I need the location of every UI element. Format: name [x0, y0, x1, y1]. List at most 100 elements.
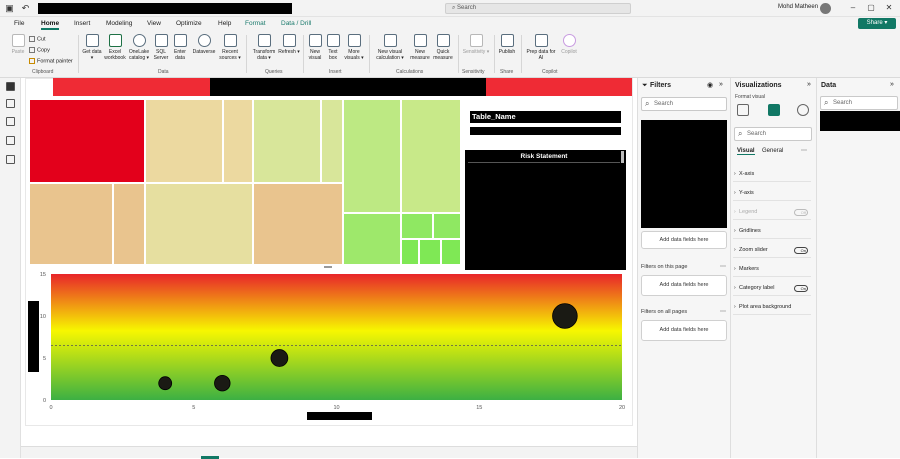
dax-query-icon[interactable]: [6, 136, 15, 145]
scatter-point[interactable]: [214, 374, 231, 392]
format-card-y-axis[interactable]: › Y-axis: [733, 186, 811, 201]
scatter-point[interactable]: [552, 303, 578, 329]
treemap-tile[interactable]: [401, 239, 419, 265]
treemap-visual[interactable]: [29, 99, 461, 265]
filters-search-input[interactable]: Search: [641, 97, 727, 111]
zoom-slider-toggle[interactable]: On: [794, 247, 808, 254]
treemap-tile[interactable]: [401, 99, 461, 213]
treemap-tile[interactable]: [343, 213, 401, 265]
new-visual-button[interactable]: New visual: [306, 34, 324, 61]
more-options-icon[interactable]: ⋯: [801, 147, 807, 154]
get-data-button[interactable]: Get data ▾: [82, 34, 102, 61]
treemap-tile[interactable]: [253, 183, 343, 265]
treemap-tile[interactable]: [253, 99, 321, 183]
format-card-legend[interactable]: › Legend Off: [733, 205, 811, 220]
treemap-tile[interactable]: [145, 99, 223, 183]
menu-home[interactable]: Home: [41, 20, 60, 30]
format-card-gridlines[interactable]: › Gridlines: [733, 224, 811, 239]
global-search-input[interactable]: ⌕ Search: [445, 3, 631, 14]
treemap-tile[interactable]: [29, 99, 145, 183]
filters-page-well[interactable]: Add data fields here: [641, 275, 727, 296]
collapse-pane-icon[interactable]: »: [890, 81, 894, 88]
publish-button[interactable]: Publish: [497, 34, 517, 55]
format-card-category-label[interactable]: › Category label On: [733, 281, 811, 296]
new-visual-calculation-button[interactable]: New visual calculation ▾: [372, 34, 408, 61]
build-visual-icon[interactable]: [737, 104, 749, 116]
table-name-card[interactable]: Table_Name: [470, 111, 621, 123]
format-painter-button[interactable]: Format painter: [29, 58, 73, 64]
menu-modeling[interactable]: Modeling: [106, 20, 132, 27]
model-view-icon[interactable]: [6, 117, 15, 126]
treemap-tile[interactable]: [321, 99, 343, 183]
treemap-tile[interactable]: [419, 239, 441, 265]
format-visual-icon[interactable]: [768, 104, 780, 116]
collapse-pane-icon[interactable]: »: [719, 81, 723, 88]
scatter-chart[interactable]: 0 5 10 15 20 0 5 10 15: [28, 266, 628, 416]
menu-format[interactable]: Format: [245, 20, 266, 27]
copy-button[interactable]: Copy: [29, 47, 50, 53]
text-box-button[interactable]: Text box: [325, 34, 341, 61]
menu-insert[interactable]: Insert: [74, 20, 90, 27]
format-card-markers[interactable]: › Markers: [733, 262, 811, 277]
category-label-toggle[interactable]: On: [794, 285, 808, 292]
filters-all-pages-well[interactable]: Add data fields here: [641, 320, 727, 341]
share-button[interactable]: Share ▾: [858, 18, 896, 29]
table-view-icon[interactable]: [6, 99, 15, 108]
tab-visual[interactable]: Visual: [737, 148, 755, 155]
treemap-tile[interactable]: [145, 183, 253, 265]
analytics-icon[interactable]: [797, 104, 809, 116]
maximize-button[interactable]: ▢: [865, 2, 877, 14]
treemap-tile[interactable]: [29, 183, 113, 265]
quick-measure-button[interactable]: Quick measure: [432, 34, 454, 61]
legend-toggle[interactable]: Off: [794, 209, 808, 216]
save-icon[interactable]: ▣: [4, 3, 15, 14]
tab-general[interactable]: General: [762, 148, 783, 154]
risk-statement-table[interactable]: Risk Statement: [465, 150, 626, 270]
enter-data-button[interactable]: Enter data: [172, 34, 188, 61]
onelake-catalog-button[interactable]: OneLake catalog ▾: [128, 34, 150, 61]
sensitivity-button[interactable]: Sensitivity ▾: [462, 34, 490, 55]
new-measure-button[interactable]: New measure: [410, 34, 430, 61]
copilot-button[interactable]: Copilot: [558, 34, 580, 55]
treemap-tile[interactable]: [343, 99, 401, 213]
more-visuals-button[interactable]: More visuals ▾: [343, 34, 365, 61]
recent-sources-button[interactable]: Recent sources ▾: [219, 34, 241, 61]
excel-workbook-button[interactable]: Excel workbook: [104, 34, 126, 61]
visualizations-search-input[interactable]: Search: [734, 127, 812, 141]
paste-button[interactable]: Paste: [7, 34, 29, 55]
menu-optimize[interactable]: Optimize: [176, 20, 202, 27]
treemap-tile[interactable]: [433, 213, 461, 239]
avatar[interactable]: [820, 3, 831, 14]
treemap-tile[interactable]: [113, 183, 145, 265]
dataverse-button[interactable]: Dataverse: [190, 34, 218, 55]
treemap-tile[interactable]: [441, 239, 461, 265]
more-options-icon[interactable]: ⋯: [720, 263, 726, 270]
minimize-button[interactable]: –: [847, 2, 859, 14]
menu-view[interactable]: View: [147, 20, 161, 27]
risk-statement-header[interactable]: Risk Statement: [468, 151, 620, 163]
format-card-plot-area-background[interactable]: › Plot area background: [733, 300, 811, 315]
format-card-zoom-slider[interactable]: › Zoom slider On: [733, 243, 811, 258]
menu-file[interactable]: File: [14, 20, 24, 27]
refresh-button[interactable]: Refresh ▾: [278, 34, 300, 55]
report-view-icon[interactable]: [6, 82, 15, 91]
transform-data-button[interactable]: Transform data ▾: [251, 34, 277, 61]
more-options-icon[interactable]: ⋯: [720, 308, 726, 315]
tmdl-view-icon[interactable]: [6, 155, 15, 164]
eye-icon[interactable]: ◉: [707, 81, 713, 89]
sql-server-button[interactable]: SQL Server: [152, 34, 170, 61]
collapse-pane-icon[interactable]: »: [807, 81, 811, 88]
menu-help[interactable]: Help: [218, 20, 231, 27]
filters-visual-well[interactable]: Add data fields here: [641, 231, 727, 249]
scatter-point[interactable]: [158, 376, 173, 391]
treemap-tile[interactable]: [223, 99, 253, 183]
treemap-tile[interactable]: [401, 213, 433, 239]
resize-handle[interactable]: [324, 266, 332, 268]
table-scrollbar[interactable]: [621, 151, 624, 163]
format-card-x-axis[interactable]: › X-axis: [733, 167, 811, 182]
close-button[interactable]: ✕: [883, 2, 895, 14]
scatter-point[interactable]: [270, 349, 289, 367]
undo-icon[interactable]: ↶: [20, 3, 31, 14]
cut-button[interactable]: Cut: [29, 36, 46, 42]
data-search-input[interactable]: Search: [820, 96, 898, 110]
